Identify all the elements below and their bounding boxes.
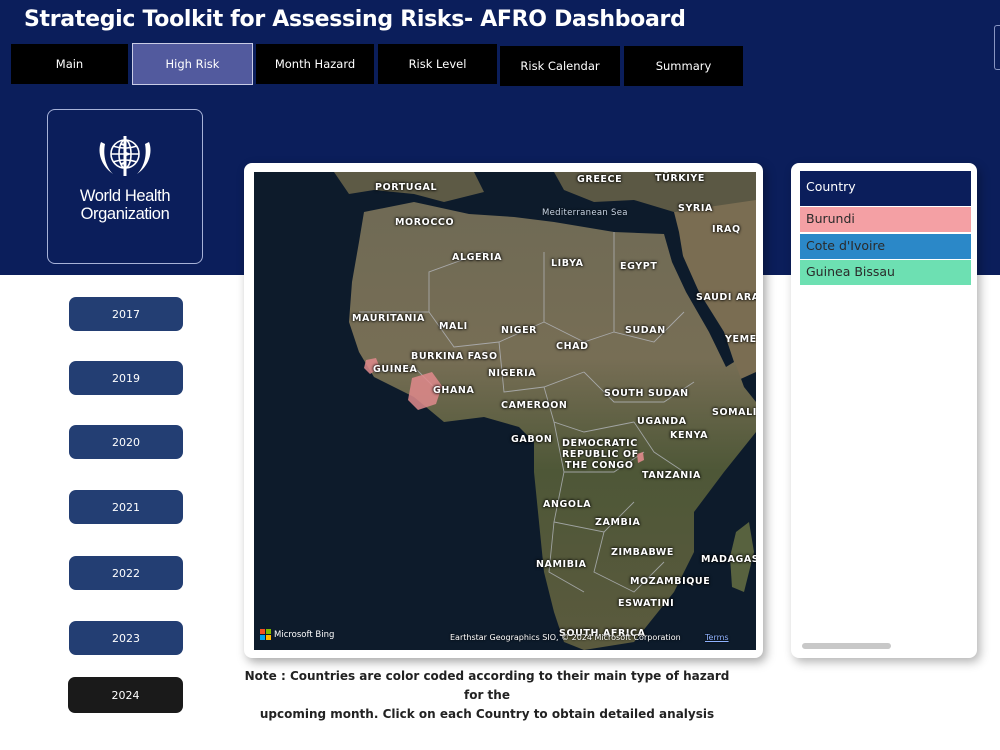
slicer-item-cote-divoire[interactable]: Cote d'Ivoire (800, 234, 971, 259)
slicer-scrollbar[interactable] (802, 643, 891, 649)
slicer-item-guinea-bissau[interactable]: Guinea Bissau (800, 260, 971, 285)
map-label-syria: SYRIA (678, 203, 713, 214)
who-emblem-icon (99, 136, 151, 176)
map-label-drc-line2: REPUBLIC OF (562, 449, 639, 460)
map-label-guinea: GUINEA (373, 364, 418, 375)
map-label-tanzania: TANZANIA (642, 470, 701, 481)
tab-high-risk[interactable]: High Risk (132, 43, 253, 85)
map-label-portugal: PORTUGAL (375, 182, 438, 193)
year-button-2017[interactable]: 2017 (69, 297, 183, 331)
map-note: Note : Countries are color coded accordi… (242, 667, 732, 724)
map-label-mediterranean: Mediterranean Sea (542, 208, 628, 218)
year-button-2024[interactable]: 2024 (68, 677, 183, 713)
map-label-egypt: EGYPT (620, 261, 658, 272)
map-label-eswatini: ESWATINI (618, 598, 675, 609)
map-label-namibia: NAMIBIA (536, 559, 587, 570)
map-label-zambia: ZAMBIA (595, 517, 641, 528)
map-label-chad: CHAD (556, 341, 589, 352)
map-label-libya: LIBYA (551, 258, 584, 269)
map-label-nigeria: NIGERIA (488, 368, 537, 379)
page-title: Strategic Toolkit for Assessing Risks- A… (24, 7, 686, 32)
map-label-niger: NIGER (501, 325, 538, 336)
map-label-drc-line1: DEMOCRATIC (562, 438, 638, 449)
tab-summary[interactable]: Summary (624, 46, 743, 86)
who-wordmark-line2: Organization (80, 205, 170, 223)
map-label-sudan: SUDAN (625, 325, 666, 336)
bing-logo: Microsoft Bing (260, 629, 334, 640)
map-label-mauritania: MAURITANIA (352, 313, 426, 324)
tab-main[interactable]: Main (11, 44, 128, 84)
map-label-angola: ANGOLA (543, 499, 592, 510)
africa-map[interactable]: PORTUGAL GREECE TÜRKIYE SYRIA IRAQ Medit… (254, 172, 756, 650)
map-terms-link[interactable]: Terms (705, 633, 729, 642)
map-label-kenya: KENYA (670, 430, 709, 441)
slicer-header: Country (800, 171, 971, 206)
map-note-line1: Note : Countries are color coded accordi… (244, 669, 730, 702)
year-button-2023[interactable]: 2023 (69, 621, 183, 655)
microsoft-logo-icon (260, 629, 271, 640)
map-provider-label: Microsoft Bing (274, 629, 335, 640)
map-label-madagascar: MADAGAS (701, 554, 756, 565)
who-wordmark: World Health Organization (79, 187, 171, 223)
map-label-cameroon: CAMEROON (501, 400, 568, 411)
map-label-iraq: IRAQ (712, 224, 741, 235)
dashboard-page: Strategic Toolkit for Assessing Risks- A… (0, 0, 1000, 750)
map-attribution: Earthstar Geographics SIO, © 2024 Micros… (450, 633, 681, 642)
who-wordmark-line1: World Health (79, 187, 171, 205)
map-card: PORTUGAL GREECE TÜRKIYE SYRIA IRAQ Medit… (244, 163, 763, 658)
map-note-line2: upcoming month. Click on each Country to… (259, 707, 715, 721)
year-button-2021[interactable]: 2021 (69, 490, 183, 524)
map-label-morocco: MOROCCO (395, 217, 455, 228)
map-label-ghana: GHANA (433, 385, 475, 396)
map-label-zimbabwe: ZIMBABWE (611, 547, 674, 558)
map-label-mali: MALI (439, 321, 468, 332)
tab-risk-calendar[interactable]: Risk Calendar (500, 46, 620, 86)
map-label-somalia: SOMALI (712, 407, 756, 418)
map-label-yemen: YEME (725, 334, 756, 345)
year-button-2022[interactable]: 2022 (69, 556, 183, 590)
map-label-greece: GREECE (577, 174, 623, 185)
year-button-2020[interactable]: 2020 (69, 425, 183, 459)
country-slicer: Country Burundi Cote d'Ivoire Guinea Bis… (791, 163, 977, 658)
tab-risk-level[interactable]: Risk Level (378, 44, 497, 84)
slicer-item-burundi[interactable]: Burundi (800, 207, 971, 232)
map-label-mozambique: MOZAMBIQUE (630, 576, 711, 587)
tab-month-hazard[interactable]: Month Hazard (256, 44, 374, 84)
map-label-algeria: ALGERIA (452, 252, 503, 263)
map-label-turkiye: TÜRKIYE (655, 173, 705, 184)
map-label-burkina-faso: BURKINA FASO (411, 351, 498, 362)
map-label-south-sudan: SOUTH SUDAN (604, 388, 689, 399)
map-label-drc-line3: THE CONGO (565, 460, 634, 471)
year-button-2019[interactable]: 2019 (69, 361, 183, 395)
map-label-saudi-arabia: SAUDI ARA (696, 292, 756, 303)
map-label-uganda: UGANDA (637, 416, 687, 427)
map-label-gabon: GABON (511, 434, 553, 445)
side-scroll-handle[interactable] (994, 25, 1000, 70)
who-logo: World Health Organization (47, 109, 203, 264)
